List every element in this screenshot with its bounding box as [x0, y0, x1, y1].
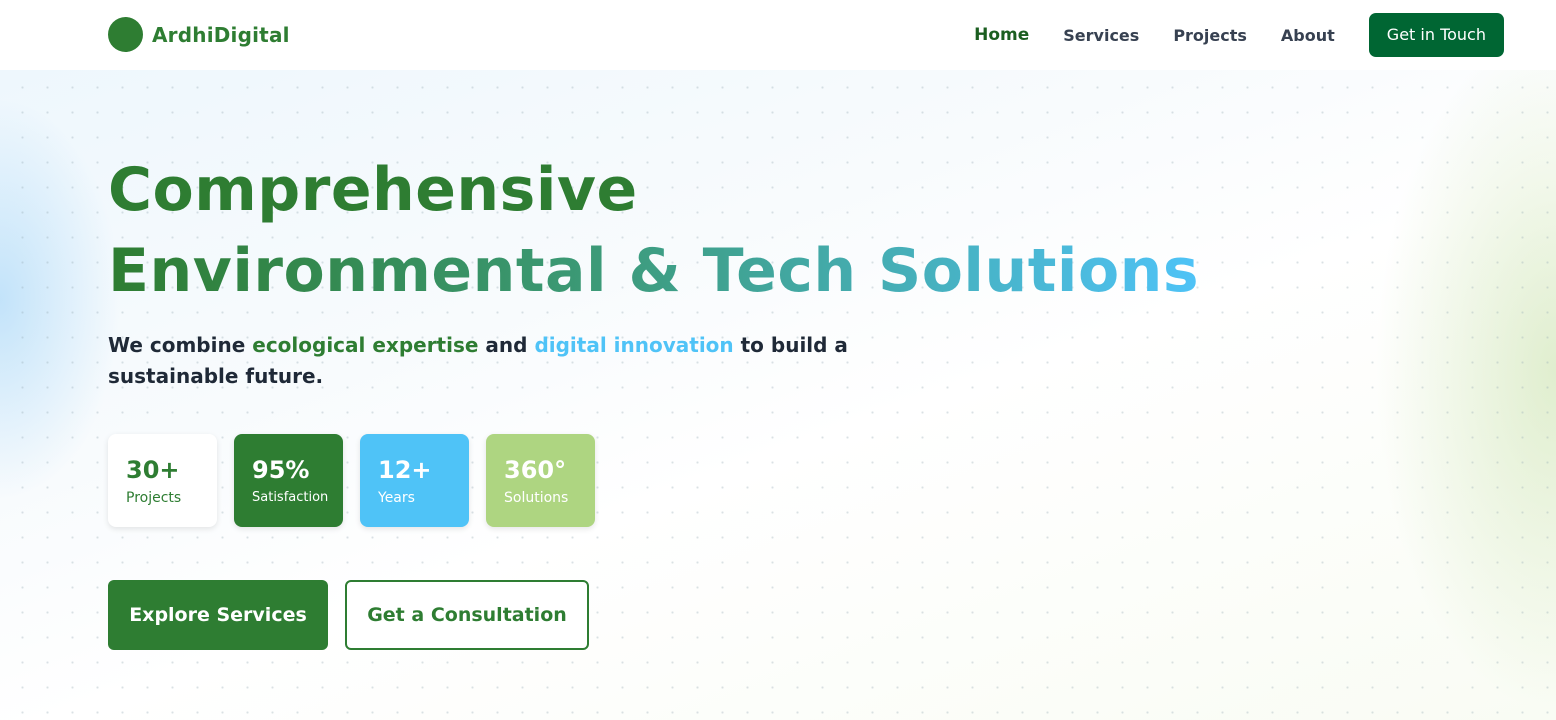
nav-link-services[interactable]: Services [1063, 26, 1139, 45]
subtitle-highlight-ecological: ecological expertise [252, 333, 479, 357]
stat-value: 30+ [126, 456, 180, 484]
brand-name: ArdhiDigital [152, 22, 290, 47]
hero-subtitle: We combine ecological expertise and digi… [108, 330, 928, 392]
nav-link-about[interactable]: About [1281, 26, 1335, 45]
stat-card-solutions: 360° Solutions [486, 434, 595, 527]
headline-line-2: Environmental & Tech Solutions [108, 231, 1199, 312]
stat-value: 360° [504, 456, 567, 484]
get-consultation-button[interactable]: Get a Consultation [345, 580, 589, 650]
nav-links: Home Services Projects About Get in Touc… [974, 13, 1504, 57]
stat-card-projects: 30+ Projects [108, 434, 217, 527]
hero-section: Comprehensive Environmental & Tech Solut… [0, 70, 1556, 720]
navbar: ArdhiDigital Home Services Projects Abou… [0, 0, 1556, 70]
stat-value: 95% [252, 456, 310, 484]
stat-label: Projects [126, 490, 182, 506]
stat-card-years: 12+ Years [360, 434, 469, 527]
subtitle-text-2: and [478, 333, 535, 357]
stats-row: 30+ Projects 95% Satisfaction 12+ Years … [108, 434, 595, 527]
stat-label: Satisfaction [252, 490, 329, 505]
get-in-touch-button[interactable]: Get in Touch [1368, 13, 1504, 57]
nav-link-home[interactable]: Home [974, 25, 1029, 45]
hero-cta-row: Explore Services Get a Consultation [108, 580, 589, 650]
subtitle-text-1: We combine [108, 333, 253, 357]
stat-label: Years [378, 490, 415, 506]
stat-card-satisfaction: 95% Satisfaction [234, 434, 343, 527]
brand[interactable]: ArdhiDigital [108, 17, 290, 52]
stat-value: 12+ [378, 456, 432, 484]
nav-link-projects[interactable]: Projects [1173, 26, 1247, 45]
hero-headline: Comprehensive Environmental & Tech Solut… [108, 150, 1199, 312]
logo-icon [108, 17, 143, 52]
subtitle-highlight-digital: digital innovation [534, 333, 734, 357]
stat-label: Solutions [504, 490, 569, 506]
explore-services-button[interactable]: Explore Services [108, 580, 328, 650]
headline-line-1: Comprehensive [108, 155, 638, 225]
